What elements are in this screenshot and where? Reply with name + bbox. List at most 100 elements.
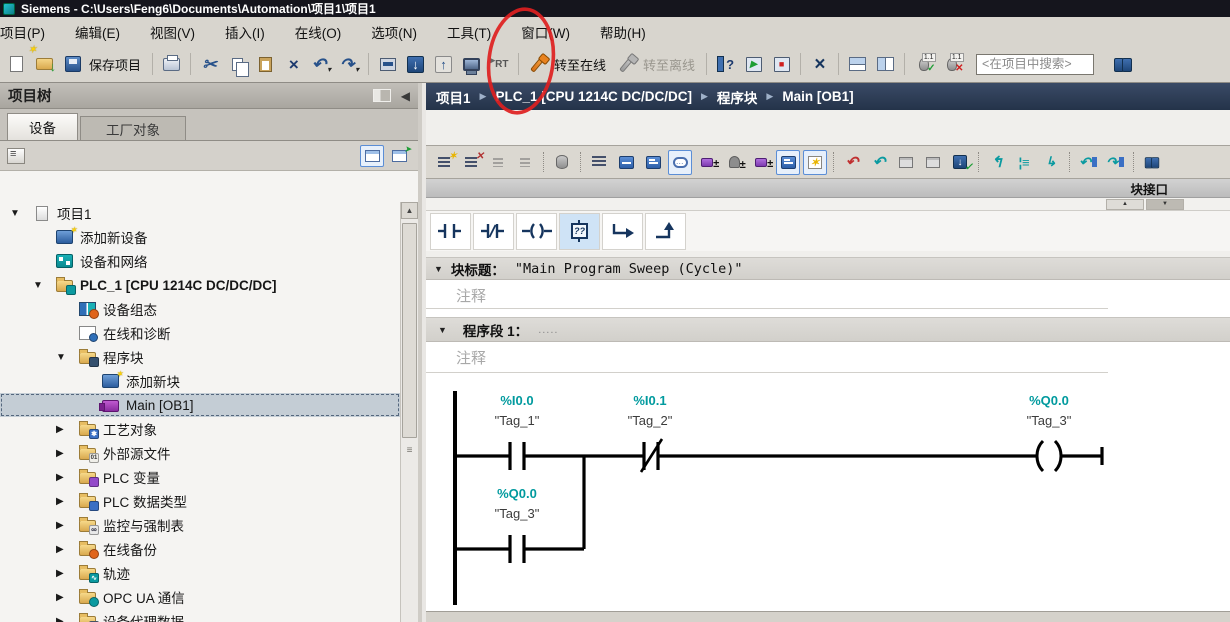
go-to-usage-icon[interactable]: ↳ xyxy=(1039,150,1063,175)
save-project-icon[interactable] xyxy=(59,50,86,78)
expander-icon[interactable]: ▶ xyxy=(56,592,79,603)
reset-start-values-icon[interactable] xyxy=(550,150,574,175)
breadcrumb-main-ob1[interactable]: Main [OB1] xyxy=(782,89,853,104)
compile-icon[interactable] xyxy=(374,50,401,78)
collapse-block-title-icon[interactable]: ▼ xyxy=(434,264,443,274)
favorites-edit-icon[interactable]: ✶ xyxy=(803,150,827,175)
new-project-icon[interactable]: ✶ xyxy=(3,50,30,78)
tree-item-plc-data-types[interactable]: ▶ PLC 数据类型 xyxy=(0,489,400,513)
expander-icon[interactable]: ▼ xyxy=(10,208,33,219)
delete-network-icon[interactable]: ✕ xyxy=(459,150,483,175)
undo-icon[interactable]: ↶▾ xyxy=(308,50,335,78)
interface-expand-icon[interactable]: ▲ xyxy=(1106,199,1144,210)
tab-devices[interactable]: 设备 xyxy=(7,113,78,140)
expander-icon[interactable]: ▶ xyxy=(56,616,79,622)
previous-bookmark-icon[interactable]: ↶ xyxy=(1076,150,1100,175)
ladder-contact-tag3-branch[interactable]: %Q0.0 "Tag_3" xyxy=(462,484,572,524)
operand-name[interactable]: "Tag_2" xyxy=(595,411,705,431)
go-online-label[interactable]: 转至在线 xyxy=(552,55,612,74)
download-to-device-icon[interactable]: ↓ xyxy=(402,50,429,78)
collapse-panel-icon[interactable]: ◀ xyxy=(401,89,410,103)
tree-item-devices-networks[interactable]: 设备和网络 xyxy=(0,249,400,273)
breadcrumb-project[interactable]: 项目1 xyxy=(436,87,471,107)
menu-window[interactable]: 窗口(W) xyxy=(506,22,585,42)
print-icon[interactable] xyxy=(158,50,185,78)
menu-help[interactable]: 帮助(H) xyxy=(585,22,661,42)
go-offline-label[interactable]: 转至离线 xyxy=(641,55,701,74)
show-all-networks-icon[interactable] xyxy=(587,150,611,175)
tree-view-icon[interactable] xyxy=(7,148,25,164)
tree-item-project[interactable]: ▼ 项目1 xyxy=(0,201,400,225)
tree-item-watch-force-tables[interactable]: ▶ ∞ 监控与强制表 xyxy=(0,513,400,537)
menu-options[interactable]: 选项(N) xyxy=(356,22,432,42)
collapse-network-icon[interactable]: ▼ xyxy=(438,325,447,335)
block-interface-bar[interactable]: 块接口 xyxy=(426,179,1230,198)
menu-tools[interactable]: 工具(T) xyxy=(432,22,506,42)
insert-row-icon[interactable] xyxy=(486,150,510,175)
upload-from-device-icon[interactable]: ↑ xyxy=(430,50,457,78)
project-search-input[interactable] xyxy=(976,54,1094,75)
breadcrumb-program-blocks[interactable]: 程序块 xyxy=(717,87,758,107)
menu-edit[interactable]: 编辑(E) xyxy=(60,22,135,42)
operand-representation-icon[interactable]: ± xyxy=(749,150,773,175)
cut-icon[interactable]: ✂ xyxy=(196,50,223,78)
insert-network-icon[interactable]: ✶ xyxy=(432,150,456,175)
interface-collapse-icon[interactable]: ▼ xyxy=(1146,199,1184,210)
tree-item-traces[interactable]: ▶ ∿ 轨迹 xyxy=(0,561,400,585)
accessible-devices-icon[interactable]: ? xyxy=(712,50,739,78)
find-replace-icon[interactable] xyxy=(1109,50,1136,78)
ladder-contact-tag2[interactable]: %I0.1 "Tag_2" xyxy=(595,391,705,431)
operand-name[interactable]: "Tag_1" xyxy=(462,411,572,431)
cross-references-icon[interactable]: × xyxy=(806,50,833,78)
next-bookmark-icon[interactable]: ↷ xyxy=(1103,150,1127,175)
coil-button[interactable] xyxy=(516,213,557,250)
tree-item-add-new-block[interactable]: ✶ 添加新块 xyxy=(0,369,400,393)
menu-view[interactable]: 视图(V) xyxy=(135,22,210,42)
tree-item-plc1[interactable]: ▼ PLC_1 [CPU 1214C DC/DC/DC] xyxy=(0,273,400,297)
expander-icon[interactable]: ▶ xyxy=(56,568,79,579)
undo-change-icon[interactable]: ↶ xyxy=(867,150,891,175)
runtime-icon[interactable]: RT xyxy=(486,50,513,78)
expander-icon[interactable]: ▶ xyxy=(56,496,79,507)
block-comment[interactable]: 注释 xyxy=(426,280,1230,309)
glasses-icon[interactable] xyxy=(1140,150,1164,175)
open-branch-button[interactable] xyxy=(602,213,643,250)
tree-item-program-blocks[interactable]: ▼ 程序块 xyxy=(0,345,400,369)
tab-plant-objects[interactable]: 工厂对象 xyxy=(80,116,186,140)
go-to-definition-icon[interactable]: ¦≡ xyxy=(1012,150,1036,175)
scrollbar-thumb[interactable] xyxy=(402,223,417,438)
tree-item-technology-objects[interactable]: ▶ ✱ 工艺对象 xyxy=(0,417,400,441)
load-snapshot-icon[interactable] xyxy=(894,150,918,175)
go-offline-icon[interactable] xyxy=(613,50,640,78)
operand-name[interactable]: "Tag_3" xyxy=(462,504,572,524)
expander-icon[interactable]: ▼ xyxy=(56,352,79,363)
empty-box-button[interactable]: ?? xyxy=(559,213,600,250)
breadcrumb-plc[interactable]: PLC_1 [CPU 1214C DC/DC/DC] xyxy=(495,89,692,104)
operand-address[interactable]: %Q0.0 xyxy=(462,484,572,504)
update-block-calls-icon[interactable]: ↓✓ xyxy=(948,150,972,175)
network-comments-toggle-icon[interactable]: … xyxy=(668,150,692,175)
start-cpu-icon[interactable]: ▶ xyxy=(740,50,767,78)
start-simulation-icon[interactable] xyxy=(458,50,485,78)
menu-project[interactable]: 项目(P) xyxy=(0,22,60,42)
create-snapshot-icon[interactable] xyxy=(921,150,945,175)
redo-icon[interactable]: ↷▾ xyxy=(336,50,363,78)
tree-scrollbar[interactable]: ▲ ≡ xyxy=(400,202,418,622)
save-project-label[interactable]: 保存项目 xyxy=(87,55,147,74)
go-online-icon[interactable] xyxy=(524,50,551,78)
open-project-icon[interactable]: ↓ xyxy=(31,50,58,78)
ladder-coil-tag3[interactable]: %Q0.0 "Tag_3" xyxy=(994,391,1104,431)
tree-item-online-backups[interactable]: ▶ 在线备份 xyxy=(0,537,400,561)
scroll-up-icon[interactable]: ▲ xyxy=(401,202,418,219)
tree-item-external-sources[interactable]: ▶ 01 外部源文件 xyxy=(0,441,400,465)
operand-name[interactable]: "Tag_3" xyxy=(994,411,1104,431)
operand-address[interactable]: %I0.0 xyxy=(462,391,572,411)
close-branch-button[interactable] xyxy=(645,213,686,250)
split-editor-horizontal-icon[interactable] xyxy=(844,50,871,78)
menu-insert[interactable]: 插入(I) xyxy=(210,22,280,42)
ladder-contact-tag1[interactable]: %I0.0 "Tag_1" xyxy=(462,391,572,431)
expander-icon[interactable]: ▶ xyxy=(56,544,79,555)
free-form-comments-icon[interactable]: ± xyxy=(722,150,746,175)
no-contact-button[interactable] xyxy=(430,213,471,250)
tree-item-add-new-device[interactable]: ✶ 添加新设备 xyxy=(0,225,400,249)
